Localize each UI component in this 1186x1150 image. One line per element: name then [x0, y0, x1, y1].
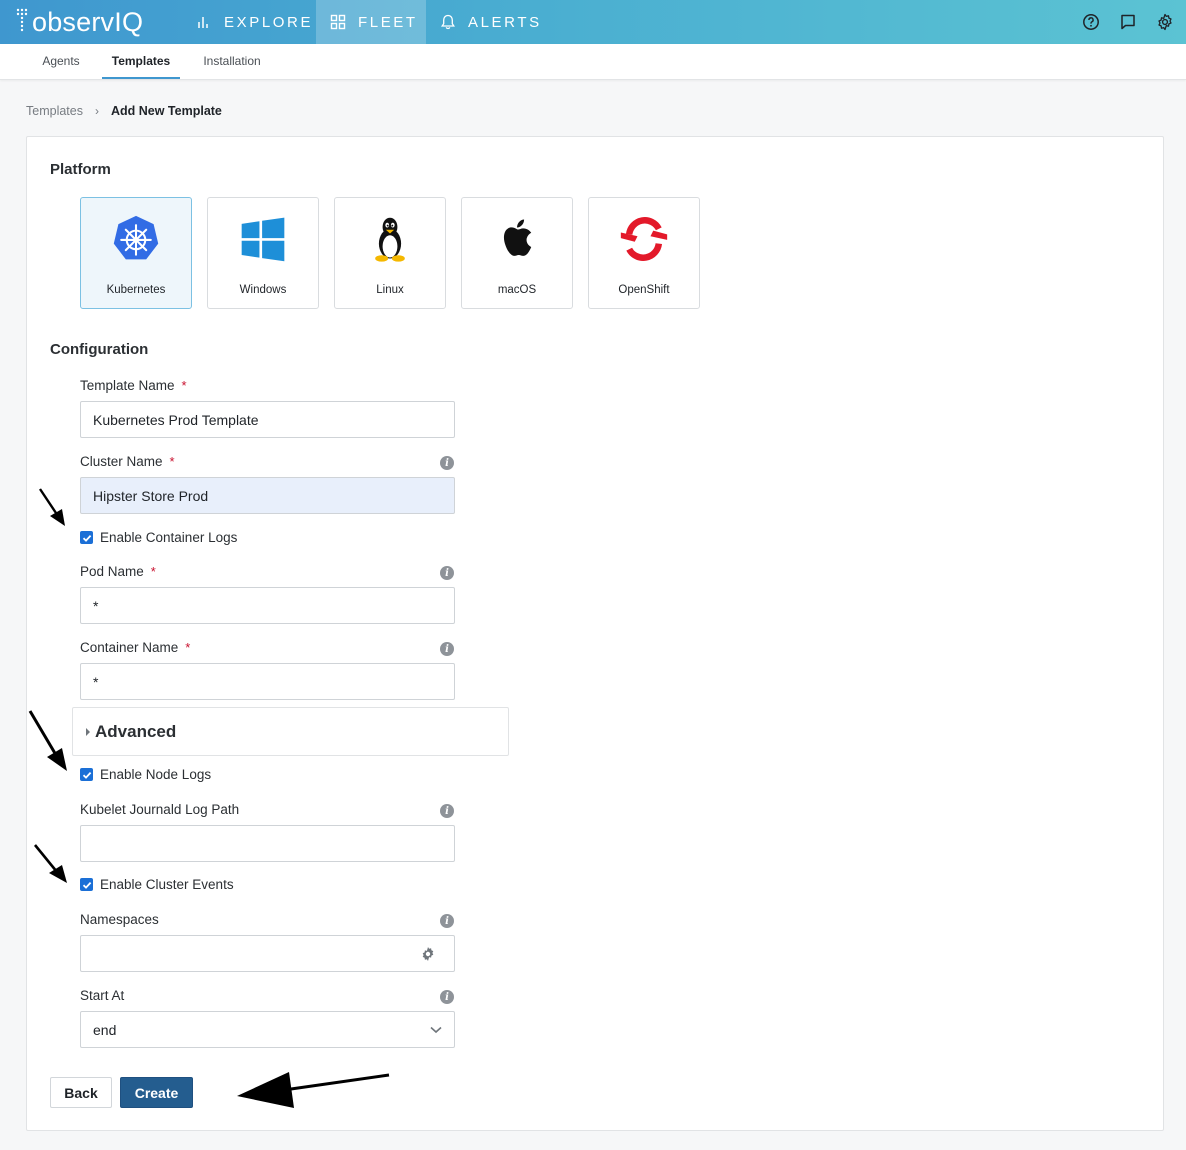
caret-right-icon [86, 727, 90, 736]
required-marker: * [185, 640, 191, 655]
platform-title: Platform [50, 161, 111, 178]
checkbox-checked[interactable] [80, 768, 93, 781]
enable-cluster-events-label: Enable Cluster Events [100, 877, 234, 892]
kubelet-path-label-text: Kubelet Journald Log Path [80, 802, 240, 817]
enable-node-logs-label: Enable Node Logs [100, 767, 212, 782]
platform-label: Windows [239, 284, 287, 296]
pod-name-input[interactable]: * [80, 587, 455, 624]
kubernetes-icon [113, 215, 159, 260]
platform-label: Linux [376, 284, 404, 296]
platform-label: macOS [497, 284, 537, 296]
grid-icon [330, 14, 346, 30]
annotation-arrow-icon [33, 844, 67, 883]
template-name-label-text: Template Name [80, 378, 175, 393]
platform-option-openshift[interactable]: OpenShift [588, 197, 700, 309]
back-button[interactable]: Back [50, 1077, 112, 1108]
top-navigation-bar: observIQ EXPLORE FLEET ALERTS [0, 0, 1186, 44]
checkbox-checked[interactable] [80, 531, 93, 544]
template-form-card: Platform Kubernetes Windows Linux macOS … [26, 136, 1164, 1131]
cluster-name-label: Cluster Name * [80, 454, 175, 469]
start-at-value: end [93, 1021, 117, 1038]
bar-chart-icon [198, 17, 208, 28]
feedback-icon[interactable] [1117, 11, 1139, 33]
container-name-label-text: Container Name [80, 640, 179, 655]
container-name-label: Container Name * [80, 640, 190, 655]
platform-option-kubernetes[interactable]: Kubernetes [80, 197, 192, 309]
tab-installation[interactable]: Installation [190, 44, 274, 79]
namespaces-label-text: Namespaces [80, 912, 159, 927]
info-icon[interactable]: i [440, 566, 454, 580]
platform-label: Kubernetes [106, 284, 166, 296]
namespaces-input[interactable] [80, 935, 455, 972]
annotation-arrow-icon [237, 1072, 390, 1108]
template-name-label: Template Name * [80, 378, 187, 393]
breadcrumb-separator: › [94, 104, 99, 118]
openshift-icon [620, 217, 668, 261]
kubelet-path-label: Kubelet Journald Log Path [80, 802, 239, 817]
cluster-name-label-text: Cluster Name [80, 454, 163, 469]
enable-node-logs-checkbox[interactable]: Enable Node Logs [80, 767, 211, 782]
breadcrumb-current: Add New Template [110, 104, 222, 118]
create-button[interactable]: Create [120, 1077, 193, 1108]
windows-icon [241, 217, 285, 262]
apple-icon [503, 219, 532, 256]
chevron-down-icon [430, 1026, 442, 1034]
kubelet-path-input[interactable] [80, 825, 455, 862]
tab-templates[interactable]: Templates [102, 44, 180, 79]
logo-mark-icon [16, 8, 28, 32]
pod-name-label-text: Pod Name [80, 564, 144, 579]
pod-name-label: Pod Name * [80, 564, 156, 579]
settings-icon[interactable] [1154, 11, 1176, 33]
advanced-section-toggle[interactable]: Advanced [72, 707, 509, 756]
nav-alerts[interactable]: ALERTS [440, 0, 550, 44]
gear-icon[interactable] [420, 946, 436, 962]
info-icon[interactable]: i [440, 456, 454, 470]
required-marker: * [150, 564, 156, 579]
container-name-input[interactable]: * [80, 663, 455, 700]
logo-text: observIQ [32, 6, 144, 37]
platform-option-linux[interactable]: Linux [334, 197, 446, 309]
breadcrumb: Templates › Add New Template [26, 104, 222, 118]
platform-option-windows[interactable]: Windows [207, 197, 319, 309]
enable-cluster-events-checkbox[interactable]: Enable Cluster Events [80, 877, 234, 892]
enable-container-logs-checkbox[interactable]: Enable Container Logs [80, 530, 237, 545]
cluster-name-input[interactable]: Hipster Store Prod [80, 477, 455, 514]
namespaces-label: Namespaces [80, 912, 159, 927]
template-name-input[interactable]: Kubernetes Prod Template [80, 401, 455, 438]
info-icon[interactable]: i [440, 990, 454, 1004]
advanced-label: Advanced [95, 721, 177, 741]
nav-fleet-label: FLEET [358, 13, 418, 31]
info-icon[interactable]: i [440, 914, 454, 928]
checkbox-checked[interactable] [80, 878, 93, 891]
required-marker: * [169, 454, 175, 469]
required-marker: * [181, 378, 187, 393]
help-icon[interactable] [1080, 11, 1102, 33]
configuration-title: Configuration [50, 341, 149, 358]
bell-icon [441, 14, 455, 30]
nav-explore[interactable]: EXPLORE [196, 0, 314, 44]
breadcrumb-templates-link[interactable]: Templates [26, 104, 83, 118]
linux-tux-icon [375, 217, 405, 262]
start-at-select[interactable]: end [80, 1011, 455, 1048]
observiq-logo[interactable]: observIQ [14, 6, 143, 38]
fleet-subtabs: Agents Templates Installation [0, 44, 1186, 80]
annotation-arrow-icon [28, 710, 67, 771]
platform-label: OpenShift [618, 284, 670, 296]
info-icon[interactable]: i [440, 804, 454, 818]
enable-container-logs-label: Enable Container Logs [100, 530, 238, 545]
tab-agents[interactable]: Agents [30, 44, 92, 79]
nav-alerts-label: ALERTS [468, 13, 542, 31]
nav-explore-label: EXPLORE [224, 13, 314, 31]
start-at-label-text: Start At [80, 988, 125, 1003]
start-at-label: Start At [80, 988, 124, 1003]
annotation-arrow-icon [39, 488, 65, 526]
platform-option-macos[interactable]: macOS [461, 197, 573, 309]
nav-fleet[interactable]: FLEET [316, 0, 426, 44]
info-icon[interactable]: i [440, 642, 454, 656]
